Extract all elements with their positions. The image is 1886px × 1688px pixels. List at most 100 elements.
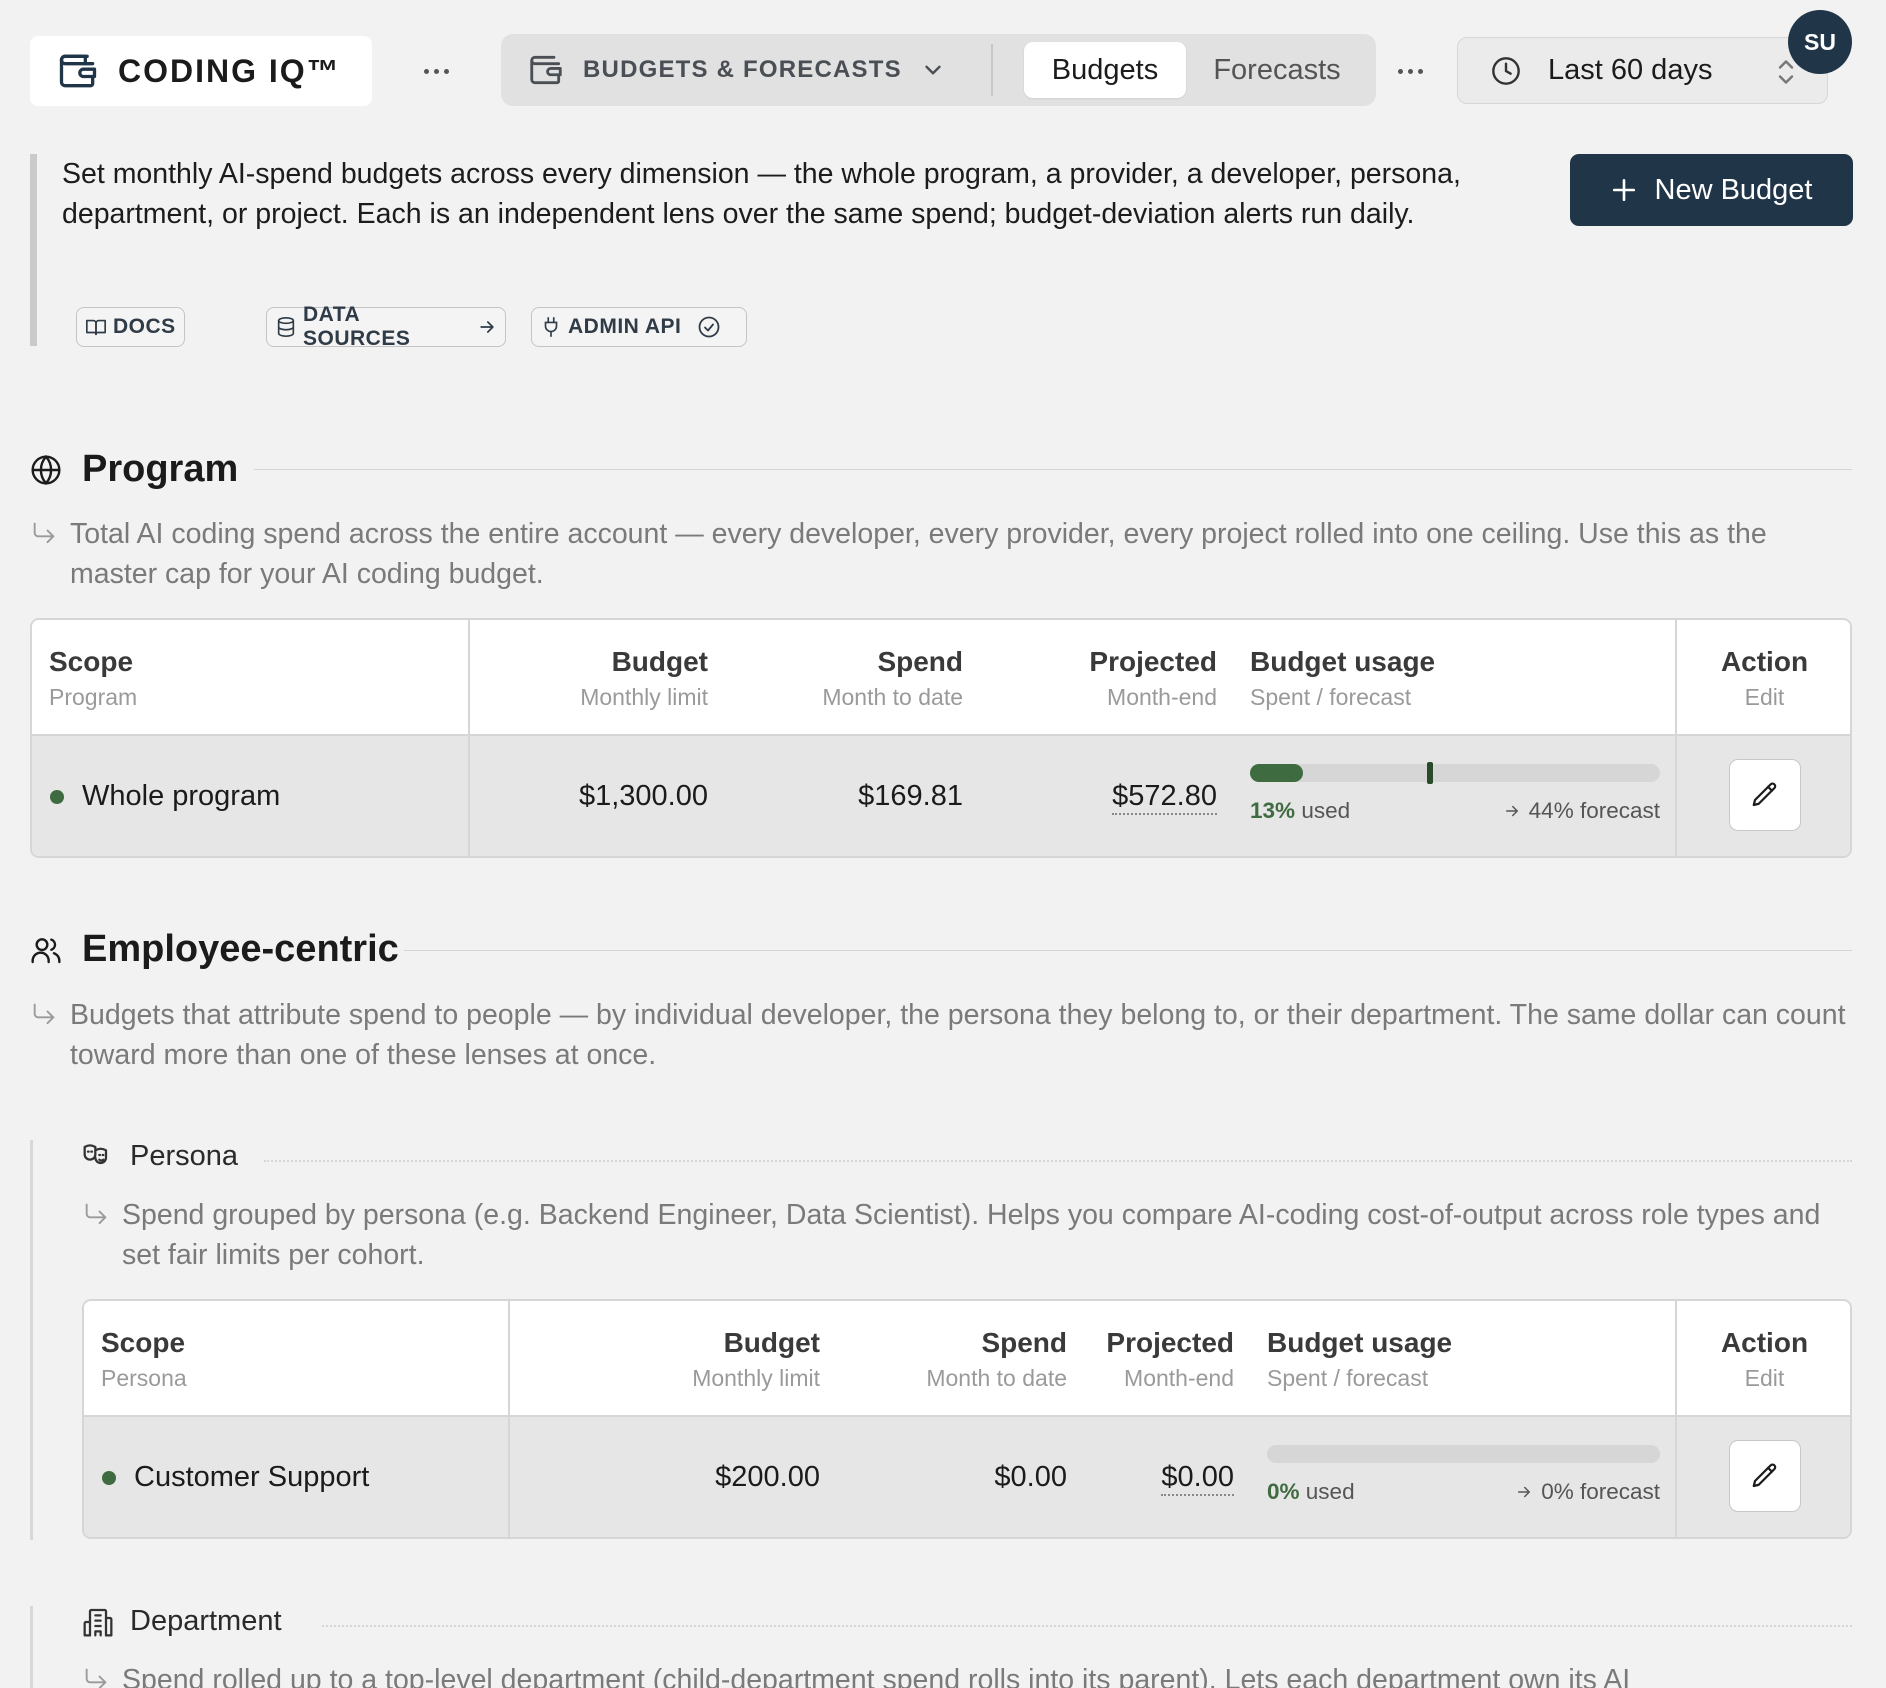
forecast-marker <box>1427 762 1434 784</box>
header-usage-label: Budget usage <box>1267 1327 1453 1358</box>
header-projected-sub: Month-end <box>1107 684 1217 710</box>
table-header: Scope Persona Budget Monthly limit Spend… <box>84 1301 1850 1417</box>
usage-bar <box>1250 762 1660 784</box>
usage-bar <box>1267 1445 1660 1463</box>
brand-name: CODING IQ™ <box>118 52 341 89</box>
row-scope-name: Customer Support <box>134 1461 370 1493</box>
header-spend-label: Spend <box>981 1327 1067 1358</box>
header-spend: Spend Month to date <box>926 1327 1067 1392</box>
subdirectory-arrow-icon <box>30 520 58 548</box>
usage-forecast-value: 0% forecast <box>1541 1479 1660 1504</box>
column-divider <box>508 1301 510 1537</box>
header-budget-label: Budget <box>611 646 708 677</box>
row-projected[interactable]: $0.00 <box>1161 1461 1234 1496</box>
department-title: Department <box>130 1605 282 1637</box>
brand-logo[interactable]: CODING IQ™ <box>30 36 372 106</box>
section-dropdown[interactable]: BUDGETS & FORECASTS <box>527 34 946 106</box>
department-header: Department <box>82 1605 282 1638</box>
section-divider <box>404 950 1852 951</box>
usage-forecast-text: 0% forecast <box>1450 1479 1660 1505</box>
top-bar: CODING IQ™ BUDGETS & FORECASTS Budgets F… <box>30 10 1856 106</box>
employee-header: Employee-centric <box>30 928 399 971</box>
usage-used-pct: 13% <box>1250 798 1296 823</box>
more-dots-icon <box>423 68 429 74</box>
pencil-icon <box>1750 780 1780 810</box>
data-sources-chip[interactable]: DATA SOURCES <box>266 303 506 350</box>
program-title: Program <box>82 448 239 490</box>
tab-forecasts[interactable]: Forecasts <box>1191 42 1363 98</box>
usage-forecast-value: 44% forecast <box>1528 798 1660 823</box>
edit-budget-button[interactable] <box>1729 759 1801 831</box>
new-budget-label: New Budget <box>1654 173 1813 206</box>
row-projected-value: $572.80 <box>1112 780 1217 815</box>
subsection-bar <box>30 1606 33 1688</box>
header-scope: Scope Persona <box>101 1327 187 1392</box>
header-action-sub: Edit <box>1744 684 1785 710</box>
building-icon <box>82 1606 114 1638</box>
nav-divider <box>991 44 993 96</box>
header-spend-sub: Month to date <box>822 684 963 710</box>
user-avatar[interactable]: SU <box>1788 10 1852 74</box>
more-menu-button-secondary[interactable] <box>1390 56 1430 86</box>
plus-icon <box>1611 177 1637 203</box>
usage-forecast-text: 44% forecast <box>1432 798 1660 824</box>
employee-title: Employee-centric <box>82 928 399 970</box>
docs-chip-label: DOCS <box>113 315 176 338</box>
row-spend: $0.00 <box>994 1461 1067 1493</box>
header-spend-label: Spend <box>877 646 963 677</box>
date-range-picker[interactable]: Last 60 days <box>1457 37 1828 104</box>
header-action: Action Edit <box>1677 1327 1850 1392</box>
program-header: Program <box>30 448 238 491</box>
subsection-divider <box>264 1160 1852 1162</box>
edit-budget-button[interactable] <box>1729 1440 1801 1512</box>
row-budget: $200.00 <box>715 1461 820 1493</box>
data-sources-chip-label: DATA SOURCES <box>303 303 411 350</box>
header-action: Action Edit <box>1677 646 1850 711</box>
section-divider <box>254 469 1852 470</box>
header-scope-label: Scope <box>49 646 134 677</box>
wallet-icon <box>56 49 100 93</box>
header-action-label: Action <box>1720 646 1809 677</box>
row-projected[interactable]: $572.80 <box>1112 780 1217 815</box>
new-budget-button[interactable]: New Budget <box>1570 154 1853 226</box>
header-budget: Budget Monthly limit <box>692 1327 820 1392</box>
section-navigation: BUDGETS & FORECASTS Budgets Forecasts <box>501 34 1376 106</box>
usage-used-word: used <box>1301 798 1351 823</box>
persona-budget-table: Scope Persona Budget Monthly limit Spend… <box>82 1299 1852 1539</box>
usage-used-text: 0% used <box>1267 1479 1355 1505</box>
status-dot <box>102 1470 116 1485</box>
more-menu-button[interactable] <box>416 56 456 86</box>
header-action-label: Action <box>1720 1327 1809 1358</box>
row-scope-name: Whole program <box>82 780 281 812</box>
usage-used-text: 13% used <box>1250 798 1350 824</box>
subsection-bar <box>30 1140 33 1540</box>
usage-bar-fill <box>1250 764 1304 782</box>
table-row: Whole program $1,300.00 $169.81 $572.80 … <box>32 736 1850 856</box>
docs-chip[interactable]: DOCS <box>76 307 185 347</box>
header-projected: Projected Month-end <box>1089 646 1217 711</box>
column-divider <box>1675 620 1677 856</box>
usage-used-pct: 0% <box>1267 1479 1300 1504</box>
employee-description: Budgets that attribute spend to people —… <box>70 999 1846 1071</box>
header-scope-sub: Persona <box>101 1365 187 1391</box>
row-spend: $169.81 <box>858 780 963 812</box>
tab-budgets[interactable]: Budgets <box>1024 42 1186 98</box>
department-description: Spend rolled up to a top-level departmen… <box>122 1664 1631 1688</box>
persona-description: Spend grouped by persona (e.g. Backend E… <box>122 1199 1821 1271</box>
users-icon <box>30 934 62 966</box>
header-projected-label: Projected <box>1106 1327 1234 1358</box>
check-circle-icon <box>697 315 721 339</box>
header-scope: Scope Program <box>49 646 137 711</box>
header-budget-sub: Monthly limit <box>580 684 708 710</box>
header-projected-sub: Month-end <box>1124 1365 1234 1391</box>
header-budget-sub: Monthly limit <box>692 1365 820 1391</box>
arrow-right-icon <box>1515 1483 1533 1501</box>
wallet-icon <box>527 51 565 89</box>
more-dots-icon <box>1397 68 1403 74</box>
header-action-sub: Edit <box>1744 1365 1785 1391</box>
table-row: Customer Support $200.00 $0.00 $0.00 0% … <box>84 1417 1850 1537</box>
admin-api-chip[interactable]: ADMIN API <box>531 307 747 347</box>
column-divider <box>1675 1301 1677 1537</box>
header-usage: Budget usage Spent / forecast <box>1250 646 1435 711</box>
intro-text: Set monthly AI-spend budgets across ever… <box>62 158 1461 230</box>
